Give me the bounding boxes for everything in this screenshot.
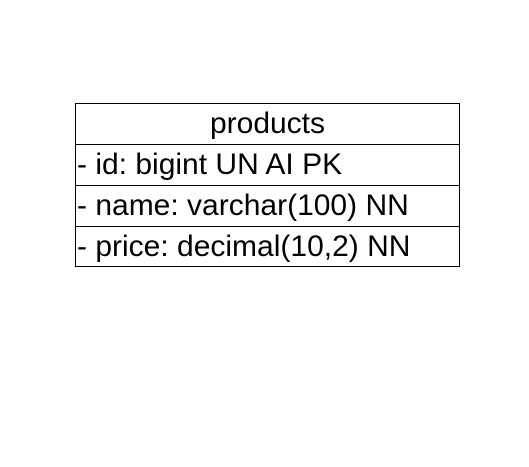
field-name: - name: varchar(100) NN [76, 186, 459, 227]
products-entity-table[interactable]: products - id: bigint UN AI PK - name: v… [75, 103, 460, 267]
entity-title: products [76, 104, 459, 145]
field-price: - price: decimal(10,2) NN [77, 230, 411, 263]
field-id: - id: bigint UN AI PK [76, 145, 459, 186]
